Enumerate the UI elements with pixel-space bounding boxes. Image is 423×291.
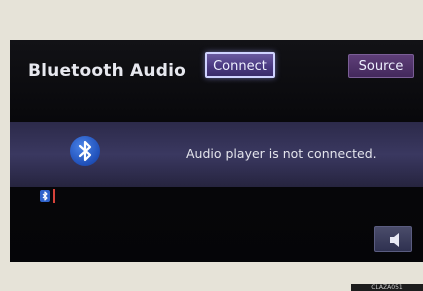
signal-strength-icon [52, 189, 56, 203]
connect-button[interactable]: Connect [205, 52, 275, 78]
figure-reference-tag: CLAZA051 [351, 284, 423, 291]
bluetooth-audio-screen: Bluetooth Audio Connect Source Audio pla… [10, 40, 423, 262]
speaker-icon [390, 233, 399, 247]
volume-button[interactable] [374, 226, 412, 252]
bluetooth-status-icon [40, 190, 50, 202]
screen-title: Bluetooth Audio [28, 61, 186, 81]
bluetooth-icon [70, 136, 100, 166]
connection-status-text: Audio player is not connected. [186, 146, 377, 161]
source-button[interactable]: Source [348, 54, 414, 78]
